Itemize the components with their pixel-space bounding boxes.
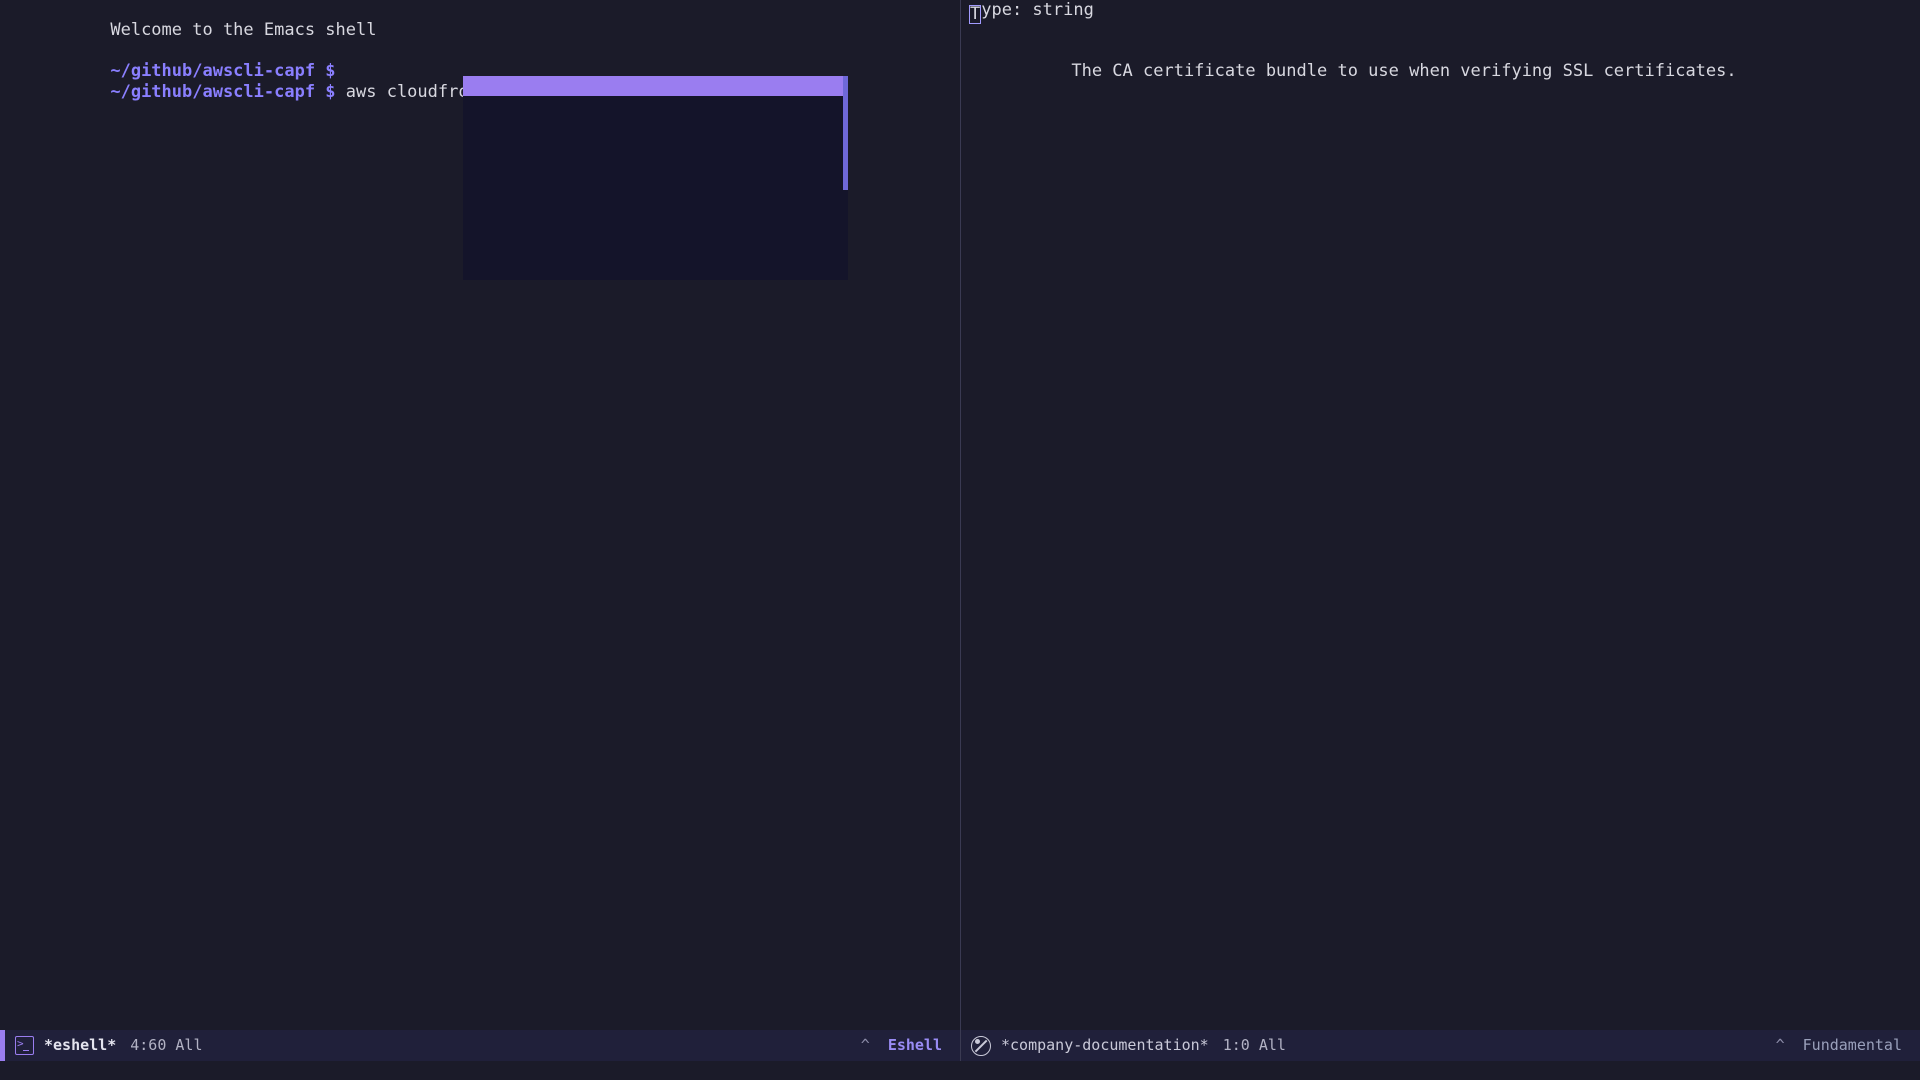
eshell-welcome-line: Welcome to the Emacs shell xyxy=(0,0,960,40)
eshell-buffer[interactable]: Welcome to the Emacs shell ~/github/awsc… xyxy=(0,0,960,102)
completion-item[interactable]: --debug (aws param - boolean) xyxy=(463,157,848,178)
completion-item[interactable]: --if-match (aws param - string) xyxy=(463,239,848,260)
eshell-welcome-text: Welcome to the Emacs shell xyxy=(110,20,377,41)
modeline-major-mode[interactable]: Fundamental xyxy=(1803,1035,1902,1055)
eshell-prompt-1: ~/github/awscli-capf $ xyxy=(110,61,336,82)
completion-item[interactable]: --endpoint-url (aws param - string) xyxy=(463,198,848,219)
modeline-right: *company-documentation* 1:0 All ^ Fundam… xyxy=(961,1030,1920,1061)
modeline-position: 1:0 All xyxy=(1222,1036,1286,1055)
window-area: Welcome to the Emacs shell ~/github/awsc… xyxy=(0,0,1920,1030)
company-completion-popup[interactable]: --ca-bundle (aws param - string) --cli-c… xyxy=(463,76,848,280)
documentation-buffer: Type: string The CA certificate bundle t… xyxy=(961,0,1920,81)
modeline-caret-icon: ^ xyxy=(1775,1036,1785,1055)
completion-item[interactable]: --distribution-config (aws param - struc… xyxy=(463,177,848,199)
modeline-caret-icon: ^ xyxy=(860,1036,870,1055)
modeline-buffer-name[interactable]: *company-documentation* xyxy=(1001,1035,1209,1055)
modeline: *eshell* 4:60 All ^ Eshell *company-docu… xyxy=(0,1030,1920,1061)
eshell-prompt-2: ~/github/awscli-capf $ xyxy=(110,81,336,102)
modeline-major-mode[interactable]: Eshell xyxy=(888,1035,942,1055)
doc-description-text: The CA certificate bundle to use when ve… xyxy=(1071,61,1737,82)
doc-blank-line xyxy=(961,20,1920,40)
doc-type-line: Type: string xyxy=(961,0,1920,24)
eshell-prompt-icon xyxy=(15,1034,34,1055)
eshell-prompt-line-1: ~/github/awscli-capf $ xyxy=(0,41,960,81)
modeline-buffer-name[interactable]: *eshell* xyxy=(44,1035,116,1055)
completion-scrollbar-thumb[interactable] xyxy=(843,76,848,190)
modeline-position: 4:60 All xyxy=(130,1036,203,1055)
completion-item[interactable]: --cli-connect-timeout (aws param - int) xyxy=(463,96,848,117)
eshell-window[interactable]: Welcome to the Emacs shell ~/github/awsc… xyxy=(0,0,960,1030)
modeline-left: *eshell* 4:60 All ^ Eshell xyxy=(0,1030,961,1061)
doc-type-text: ype: string xyxy=(981,0,1094,20)
completion-item[interactable]: --ca-bundle (aws param - string) xyxy=(463,76,848,97)
completion-scrollbar-track[interactable] xyxy=(843,76,848,280)
completion-item[interactable]: --cli-read-timeout (aws param - int) xyxy=(463,116,848,138)
no-entry-circle-icon xyxy=(971,1035,991,1056)
completion-item[interactable]: --id (aws param - string) xyxy=(463,218,848,240)
completion-item[interactable]: --no-paginate (aws param - boolean) xyxy=(463,259,848,280)
doc-cursor: T xyxy=(969,4,982,24)
emacs-frame: Welcome to the Emacs shell ~/github/awsc… xyxy=(0,0,1920,1080)
documentation-window[interactable]: Type: string The CA certificate bundle t… xyxy=(961,0,1920,1030)
doc-description-line: The CA certificate bundle to use when ve… xyxy=(961,41,1920,81)
completion-item[interactable]: --color (aws param - string) xyxy=(463,137,848,158)
